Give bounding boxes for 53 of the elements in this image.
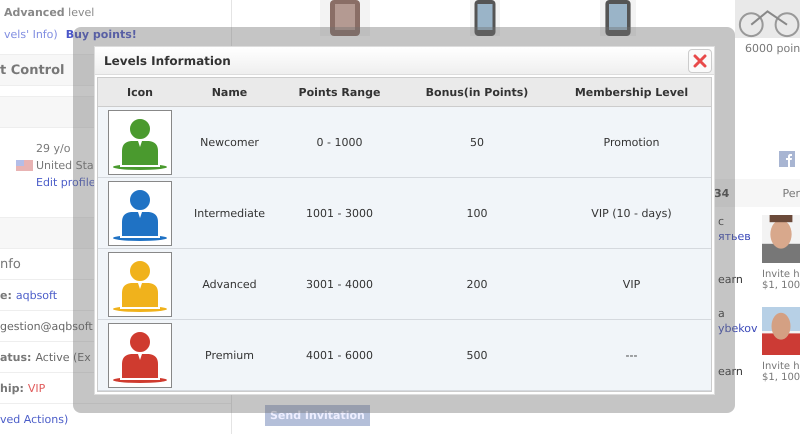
country-text: United Sta [36, 159, 94, 172]
table-cell: 4001 - 6000 [277, 320, 402, 391]
section-title: t Control [0, 62, 64, 78]
levels-info-link[interactable]: vels' Info) [4, 28, 58, 40]
table-cell: 3001 - 4000 [277, 249, 402, 320]
text-fragment: a [717, 307, 726, 320]
table-cell: Newcomer [182, 107, 277, 178]
field-label: atus: [0, 350, 32, 364]
info-title: nfo [0, 256, 21, 272]
field-value: Active (Ex [35, 350, 91, 364]
table-cell: Promotion [552, 107, 711, 178]
text-fragment: earn [717, 273, 744, 286]
facebook-icon[interactable] [779, 151, 795, 167]
field-value[interactable]: ved Actions) [0, 412, 68, 426]
text-fragment: c [717, 215, 726, 228]
text-fragment: earn [717, 365, 744, 378]
tab-count: 34 [714, 186, 730, 200]
invite-amount: $1, 100 [762, 372, 800, 383]
column-header: Name [182, 78, 277, 107]
field-label: e: [0, 288, 12, 302]
column-header: Bonus(in Points) [402, 78, 552, 107]
invite-text: Invite h [762, 361, 800, 372]
column-header: Points Range [277, 78, 402, 107]
table-cell: 100 [402, 178, 552, 249]
flag-icon [16, 160, 33, 171]
table-cell: 1001 - 3000 [277, 178, 402, 249]
level-text: Advanced level [4, 6, 94, 18]
column-header: Icon [98, 78, 182, 107]
table-cell: Advanced [182, 249, 277, 320]
text-fragment: ybekov [717, 322, 758, 335]
table-cell: 50 [402, 107, 552, 178]
close-button[interactable] [688, 48, 712, 72]
table-cell: Intermediate [182, 178, 277, 249]
close-icon [693, 54, 707, 68]
table-cell: 0 - 1000 [277, 107, 402, 178]
invite-text: Invite h [762, 269, 800, 280]
buy-points-link[interactable]: Buy points! [66, 28, 137, 40]
dialog-title: Levels Information [104, 54, 231, 68]
table-cell: Premium [182, 320, 277, 391]
tab-label[interactable]: Per [782, 186, 800, 200]
field-value[interactable]: aqbsoft [16, 288, 58, 302]
field-value: gestion@aqbsoft [0, 320, 93, 332]
column-header: Membership Level [552, 78, 711, 107]
field-label: hip: [0, 382, 24, 394]
field-value: VIP [28, 382, 46, 394]
table-cell: VIP [552, 249, 711, 320]
prize-caption: 6000 poin [745, 42, 800, 55]
table-cell: 200 [402, 249, 552, 320]
text-fragment: ятьев [717, 230, 752, 243]
table-cell: VIP (10 - days) [552, 178, 711, 249]
table-cell: 500 [402, 320, 552, 391]
table-cell: --- [552, 320, 711, 391]
invite-amount: $1, 100 [762, 280, 800, 291]
